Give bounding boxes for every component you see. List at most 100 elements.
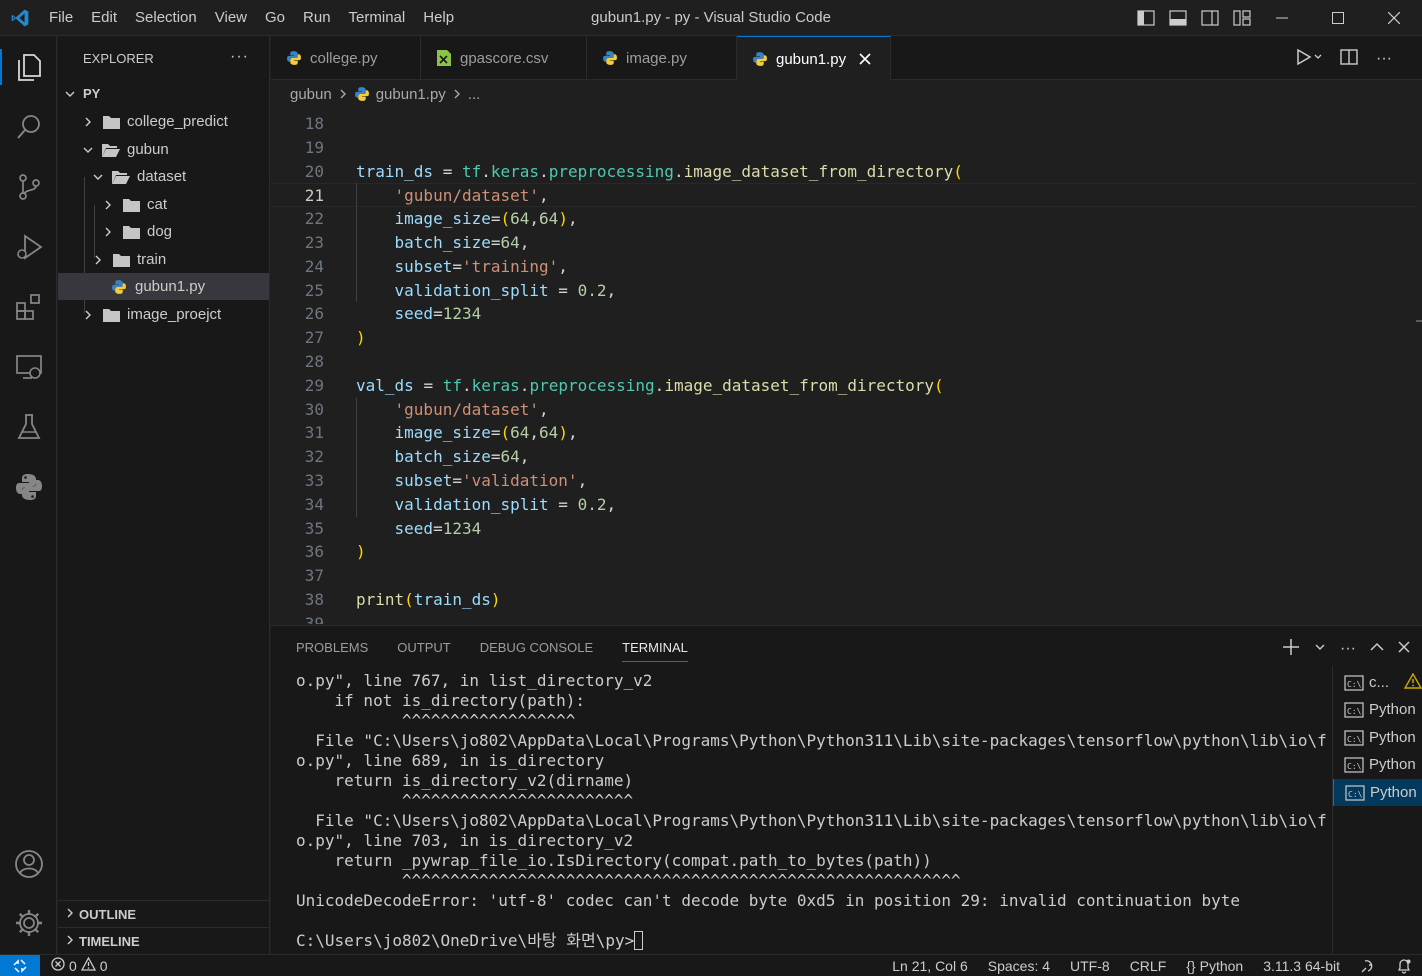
terminal-instance[interactable]: C:\ Python — [1333, 751, 1422, 778]
code-line[interactable]: 20 train_ds = tf.keras.preprocessing.imag… — [271, 160, 1417, 184]
code-line[interactable]: 25 validation_split = 0.2, — [271, 279, 1417, 303]
breadcrumb-more[interactable]: ... — [468, 86, 481, 103]
toggle-panel-icon[interactable] — [1166, 6, 1190, 30]
new-terminal-icon[interactable] — [1282, 638, 1300, 659]
tree-folder-cat[interactable]: cat — [58, 191, 269, 218]
terminal-name: Python — [1369, 701, 1416, 718]
account-icon[interactable] — [0, 840, 57, 888]
tree-folder-dataset[interactable]: dataset — [58, 163, 269, 190]
tree-folder-train[interactable]: train — [58, 246, 269, 273]
code-line[interactable]: 31 image_size=(64,64), — [271, 421, 1417, 445]
extensions-icon[interactable] — [0, 283, 57, 331]
code-line[interactable]: 36) — [271, 540, 1417, 564]
chevron-down-icon[interactable] — [1314, 641, 1326, 656]
workspace-root[interactable]: PY — [58, 80, 269, 107]
code-line[interactable]: 39 — [271, 612, 1417, 624]
tab-debug-console[interactable]: DEBUG CONSOLE — [471, 626, 602, 670]
code-line[interactable]: 34 validation_split = 0.2, — [271, 493, 1417, 517]
code-line[interactable]: 37 — [271, 564, 1417, 588]
tab-college-py[interactable]: college.py — [271, 36, 421, 80]
search-icon[interactable] — [0, 103, 57, 151]
code-line[interactable]: 21 'gubun/dataset', — [271, 183, 1417, 208]
tree-folder-dog[interactable]: dog — [58, 218, 269, 245]
terminal-output[interactable]: o.py", line 767, in list_directory_v2 if… — [296, 671, 1326, 955]
tab-image-py[interactable]: image.py — [587, 36, 737, 80]
menu-terminal[interactable]: Terminal — [340, 0, 415, 36]
code-line[interactable]: 30 'gubun/dataset', — [271, 398, 1417, 422]
indentation[interactable]: Spaces: 4 — [978, 955, 1060, 976]
code-line[interactable]: 24 subset='training', — [271, 255, 1417, 279]
tree-folder-image-proejct[interactable]: image_proejct — [58, 301, 269, 328]
maximize-icon[interactable] — [1310, 0, 1366, 36]
menu-run[interactable]: Run — [294, 0, 340, 36]
code-line[interactable]: 28 — [271, 350, 1417, 374]
tab-label: gubun1.py — [776, 50, 847, 68]
code-line[interactable]: 23 batch_size=64, — [271, 231, 1417, 255]
toggle-secondary-sidebar-icon[interactable] — [1198, 6, 1222, 30]
code-line[interactable]: 29 val_ds = tf.keras.preprocessing.image_… — [271, 374, 1417, 398]
menu-help[interactable]: Help — [414, 0, 463, 36]
tree-folder-gubun[interactable]: gubun — [58, 136, 269, 163]
more-actions-icon[interactable]: ··· — [1340, 640, 1356, 658]
close-panel-icon[interactable] — [1398, 641, 1410, 656]
end-of-line[interactable]: CRLF — [1120, 955, 1177, 976]
code-line[interactable]: 18 — [271, 112, 1417, 136]
tab-output[interactable]: OUTPUT — [388, 626, 459, 670]
outline-section[interactable]: OUTLINE — [58, 900, 269, 927]
source-control-icon[interactable] — [0, 163, 57, 211]
tab-terminal[interactable]: TERMINAL — [613, 626, 697, 670]
code-line[interactable]: 38 print(train_ds) — [271, 588, 1417, 612]
maximize-panel-icon[interactable] — [1370, 641, 1384, 656]
menu-selection[interactable]: Selection — [126, 0, 206, 36]
breadcrumb-file[interactable]: gubun1.py — [376, 86, 446, 103]
menu-go[interactable]: Go — [256, 0, 294, 36]
close-tab-icon[interactable] — [856, 53, 874, 65]
more-actions-icon[interactable]: ··· — [1376, 50, 1392, 68]
remote-indicator-icon[interactable] — [0, 954, 40, 976]
split-editor-icon[interactable] — [1340, 49, 1358, 68]
run-debug-icon[interactable] — [0, 223, 57, 271]
terminal-instance[interactable]: C:\ Python — [1333, 724, 1422, 751]
cursor-position[interactable]: Ln 21, Col 6 — [882, 955, 978, 976]
tab-problems[interactable]: PROBLEMS — [287, 626, 377, 670]
explorer-icon[interactable] — [0, 43, 57, 91]
tree-folder-college-predict[interactable]: college_predict — [58, 108, 269, 135]
python-icon[interactable] — [0, 463, 57, 511]
code-line[interactable]: 33 subset='validation', — [271, 469, 1417, 493]
encoding[interactable]: UTF-8 — [1060, 955, 1120, 976]
terminal-prompt-line[interactable]: C:\Users\jo802\OneDrive\바탕 화면\py> — [296, 931, 1326, 951]
settings-gear-icon[interactable] — [0, 899, 57, 947]
terminal-instance[interactable]: C:\ Python — [1333, 696, 1422, 723]
code-editor[interactable]: 18 19 20 train_ds = tf.keras.preprocessing.… — [271, 108, 1422, 624]
language-mode[interactable]: {} Python — [1176, 955, 1253, 976]
menu-edit[interactable]: Edit — [82, 0, 126, 36]
feedback-icon[interactable] — [1350, 958, 1386, 974]
testing-icon[interactable] — [0, 403, 57, 451]
toggle-primary-sidebar-icon[interactable] — [1134, 6, 1158, 30]
run-python-file-icon[interactable] — [1296, 48, 1322, 69]
python-interpreter[interactable]: 3.11.3 64-bit — [1253, 955, 1350, 976]
breadcrumb-folder[interactable]: gubun — [290, 86, 332, 103]
tab-gubun1-py[interactable]: gubun1.py — [737, 36, 891, 81]
menu-view[interactable]: View — [206, 0, 256, 36]
terminal-line: ^^^^^^^^^^^^^^^^^^^^^^^^ — [296, 791, 634, 810]
minimize-icon[interactable] — [1254, 0, 1310, 36]
timeline-section[interactable]: TIMELINE — [58, 927, 269, 954]
close-window-icon[interactable] — [1366, 0, 1422, 36]
terminal-instance-active[interactable]: C:\ Python — [1333, 779, 1422, 806]
code-line[interactable]: 22 image_size=(64,64), — [271, 207, 1417, 231]
problems-indicator[interactable]: 0 0 — [51, 956, 108, 974]
code-line[interactable]: 35 seed=1234 — [271, 517, 1417, 541]
notifications-bell-icon[interactable] — [1386, 958, 1422, 974]
code-line[interactable]: 27) — [271, 326, 1417, 350]
tab-gpascore-csv[interactable]: gpascore.csv — [421, 36, 587, 80]
code-line[interactable]: 19 — [271, 136, 1417, 160]
more-actions-icon[interactable]: ··· — [230, 48, 249, 66]
customize-layout-icon[interactable] — [1230, 6, 1254, 30]
code-line[interactable]: 32 batch_size=64, — [271, 445, 1417, 469]
menu-file[interactable]: File — [40, 0, 82, 36]
remote-explorer-icon[interactable] — [0, 343, 57, 391]
tree-file-gubun1-py[interactable]: gubun1.py — [58, 273, 269, 300]
code-line[interactable]: 26 seed=1234 — [271, 302, 1417, 326]
terminal-instance[interactable]: C:\ c... — [1333, 669, 1422, 696]
